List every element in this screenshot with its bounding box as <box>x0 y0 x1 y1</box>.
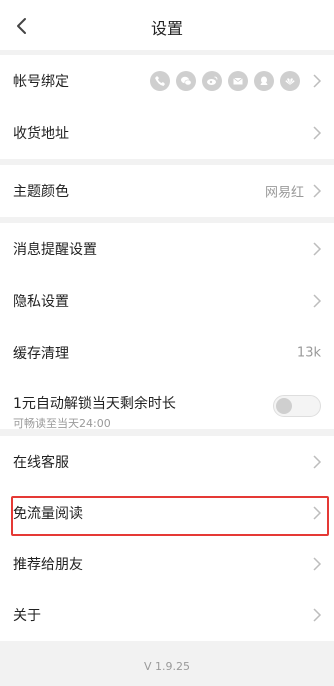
auto-unlock-row: 1元自动解锁当天剩余时长 可畅读至当天24:00 <box>0 375 334 430</box>
about-label: 关于 <box>13 608 41 624</box>
auto-unlock-label: 1元自动解锁当天剩余时长 <box>13 396 176 412</box>
highlight-box <box>11 496 329 536</box>
recommend-to-friends-label: 推荐给朋友 <box>13 557 83 573</box>
wechat-icon <box>176 71 196 91</box>
settings-group: 消息提醒设置 隐私设置 缓存清理 13k 1元自动解锁当天剩余时长 可畅读至当天… <box>0 223 334 430</box>
page-title: 设置 <box>150 19 183 38</box>
theme-group: 主题颜色 网易红 <box>0 165 334 217</box>
theme-color-label: 主题颜色 <box>13 184 69 200</box>
online-service-label: 在线客服 <box>13 455 69 471</box>
notification-settings-label: 消息提醒设置 <box>13 242 97 258</box>
chevron-right-icon <box>313 242 322 256</box>
account-binding-label: 帐号绑定 <box>13 74 69 90</box>
chevron-right-icon <box>313 74 322 88</box>
notification-settings-row[interactable]: 消息提醒设置 <box>0 223 334 275</box>
theme-color-value: 网易红 <box>264 185 304 201</box>
bound-accounts-icons <box>150 71 300 91</box>
theme-color-row[interactable]: 主题颜色 网易红 <box>0 165 334 217</box>
online-service-row[interactable]: 在线客服 <box>0 436 334 488</box>
app-version: V 1.9.25 <box>143 660 190 673</box>
clear-cache-row[interactable]: 缓存清理 13k <box>0 327 334 379</box>
more-group: 在线客服 免流量阅读 推荐给朋友 关于 <box>0 436 334 641</box>
chevron-right-icon <box>313 608 322 622</box>
chevron-right-icon <box>313 294 322 308</box>
qq-icon <box>254 71 274 91</box>
auto-unlock-subtitle: 可畅读至当天24:00 <box>13 417 111 430</box>
shipping-address-row[interactable]: 收货地址 <box>0 107 334 159</box>
cache-size-value: 13k <box>296 345 321 361</box>
privacy-settings-label: 隐私设置 <box>13 294 69 310</box>
phone-icon <box>150 71 170 91</box>
chevron-right-icon <box>313 126 322 140</box>
chevron-right-icon <box>313 455 322 469</box>
privacy-settings-row[interactable]: 隐私设置 <box>0 275 334 327</box>
toggle-knob <box>276 398 292 414</box>
about-row[interactable]: 关于 <box>0 589 334 641</box>
clear-cache-label: 缓存清理 <box>13 346 69 362</box>
account-binding-row[interactable]: 帐号绑定 <box>0 55 334 107</box>
email-icon <box>228 71 248 91</box>
huawei-icon <box>280 71 300 91</box>
auto-unlock-toggle[interactable] <box>273 395 321 417</box>
shipping-address-label: 收货地址 <box>13 126 69 142</box>
top-bar: 设置 <box>0 0 334 50</box>
account-group: 帐号绑定 收货地址 <box>0 55 334 159</box>
recommend-to-friends-row[interactable]: 推荐给朋友 <box>0 538 334 590</box>
chevron-right-icon <box>313 557 322 571</box>
weibo-icon <box>202 71 222 91</box>
chevron-right-icon <box>313 184 322 198</box>
